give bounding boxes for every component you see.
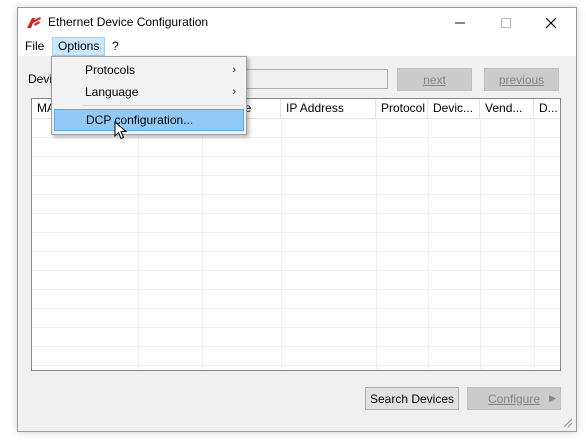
grid-line <box>32 346 560 347</box>
configure-button[interactable]: Configure ▶ <box>467 387 561 410</box>
device-filter-field[interactable] <box>242 69 388 89</box>
grid-line <box>32 213 560 214</box>
close-icon <box>546 17 556 28</box>
minimize-icon <box>455 22 465 23</box>
previous-button[interactable]: previous <box>484 68 559 91</box>
search-devices-label: Search Devices <box>369 391 455 406</box>
title-bar: Ethernet Device Configuration <box>18 8 576 37</box>
column-header-ip-address[interactable]: IP Address <box>281 99 376 118</box>
configure-arrow-icon: ▶ <box>549 393 556 403</box>
configure-label: Configure <box>487 391 541 406</box>
menu-item-label: Language <box>85 85 139 99</box>
column-header-device[interactable]: Devic... <box>428 99 480 118</box>
chevron-right-icon: › <box>232 86 236 98</box>
grid-line <box>32 156 560 157</box>
next-button[interactable]: next <box>397 68 472 91</box>
menu-item-protocols[interactable]: Protocols › <box>54 59 244 81</box>
menu-item-dcp-configuration[interactable]: DCP configuration... <box>54 109 244 131</box>
grid-line <box>32 232 560 233</box>
grid-line <box>32 327 560 328</box>
grid-line <box>32 289 560 290</box>
grid-line <box>32 308 560 309</box>
menu-item-label: Protocols <box>85 63 136 77</box>
menu-help[interactable]: ? <box>107 37 124 56</box>
grid-line <box>32 270 560 271</box>
menu-options[interactable]: Options <box>52 37 106 56</box>
grid-line <box>32 194 560 195</box>
close-button[interactable] <box>528 8 574 37</box>
chevron-right-icon: › <box>232 64 236 76</box>
column-header-vendor[interactable]: Vend... <box>480 99 534 118</box>
grid-line <box>32 365 560 366</box>
menu-bar: File Options ? <box>18 37 576 56</box>
maximize-button[interactable] <box>483 8 529 37</box>
column-header-d[interactable]: D... <box>534 99 560 118</box>
search-devices-button[interactable]: Search Devices <box>365 387 459 410</box>
menu-item-language[interactable]: Language › <box>54 81 244 103</box>
resize-grip-icon[interactable] <box>563 418 573 428</box>
grid-line <box>32 137 560 138</box>
grid-line <box>32 251 560 252</box>
column-header-protocol[interactable]: Protocol <box>376 99 428 118</box>
previous-button-label: previous <box>498 72 545 87</box>
options-dropdown-menu: Protocols › Language › DCP configuration… <box>51 56 247 135</box>
app-logo-icon <box>27 17 41 28</box>
menu-item-label: DCP configuration... <box>86 113 194 127</box>
minimize-button[interactable] <box>437 8 483 37</box>
mouse-pointer-icon <box>114 121 128 140</box>
grid-line <box>32 175 560 176</box>
next-button-label: next <box>423 72 446 87</box>
menu-separator <box>82 105 244 106</box>
device-list[interactable]: MA ame IP Address Protocol Devic... Vend… <box>31 98 561 371</box>
maximize-icon <box>501 17 511 28</box>
window-title: Ethernet Device Configuration <box>48 15 209 29</box>
menu-file[interactable]: File <box>20 37 49 56</box>
